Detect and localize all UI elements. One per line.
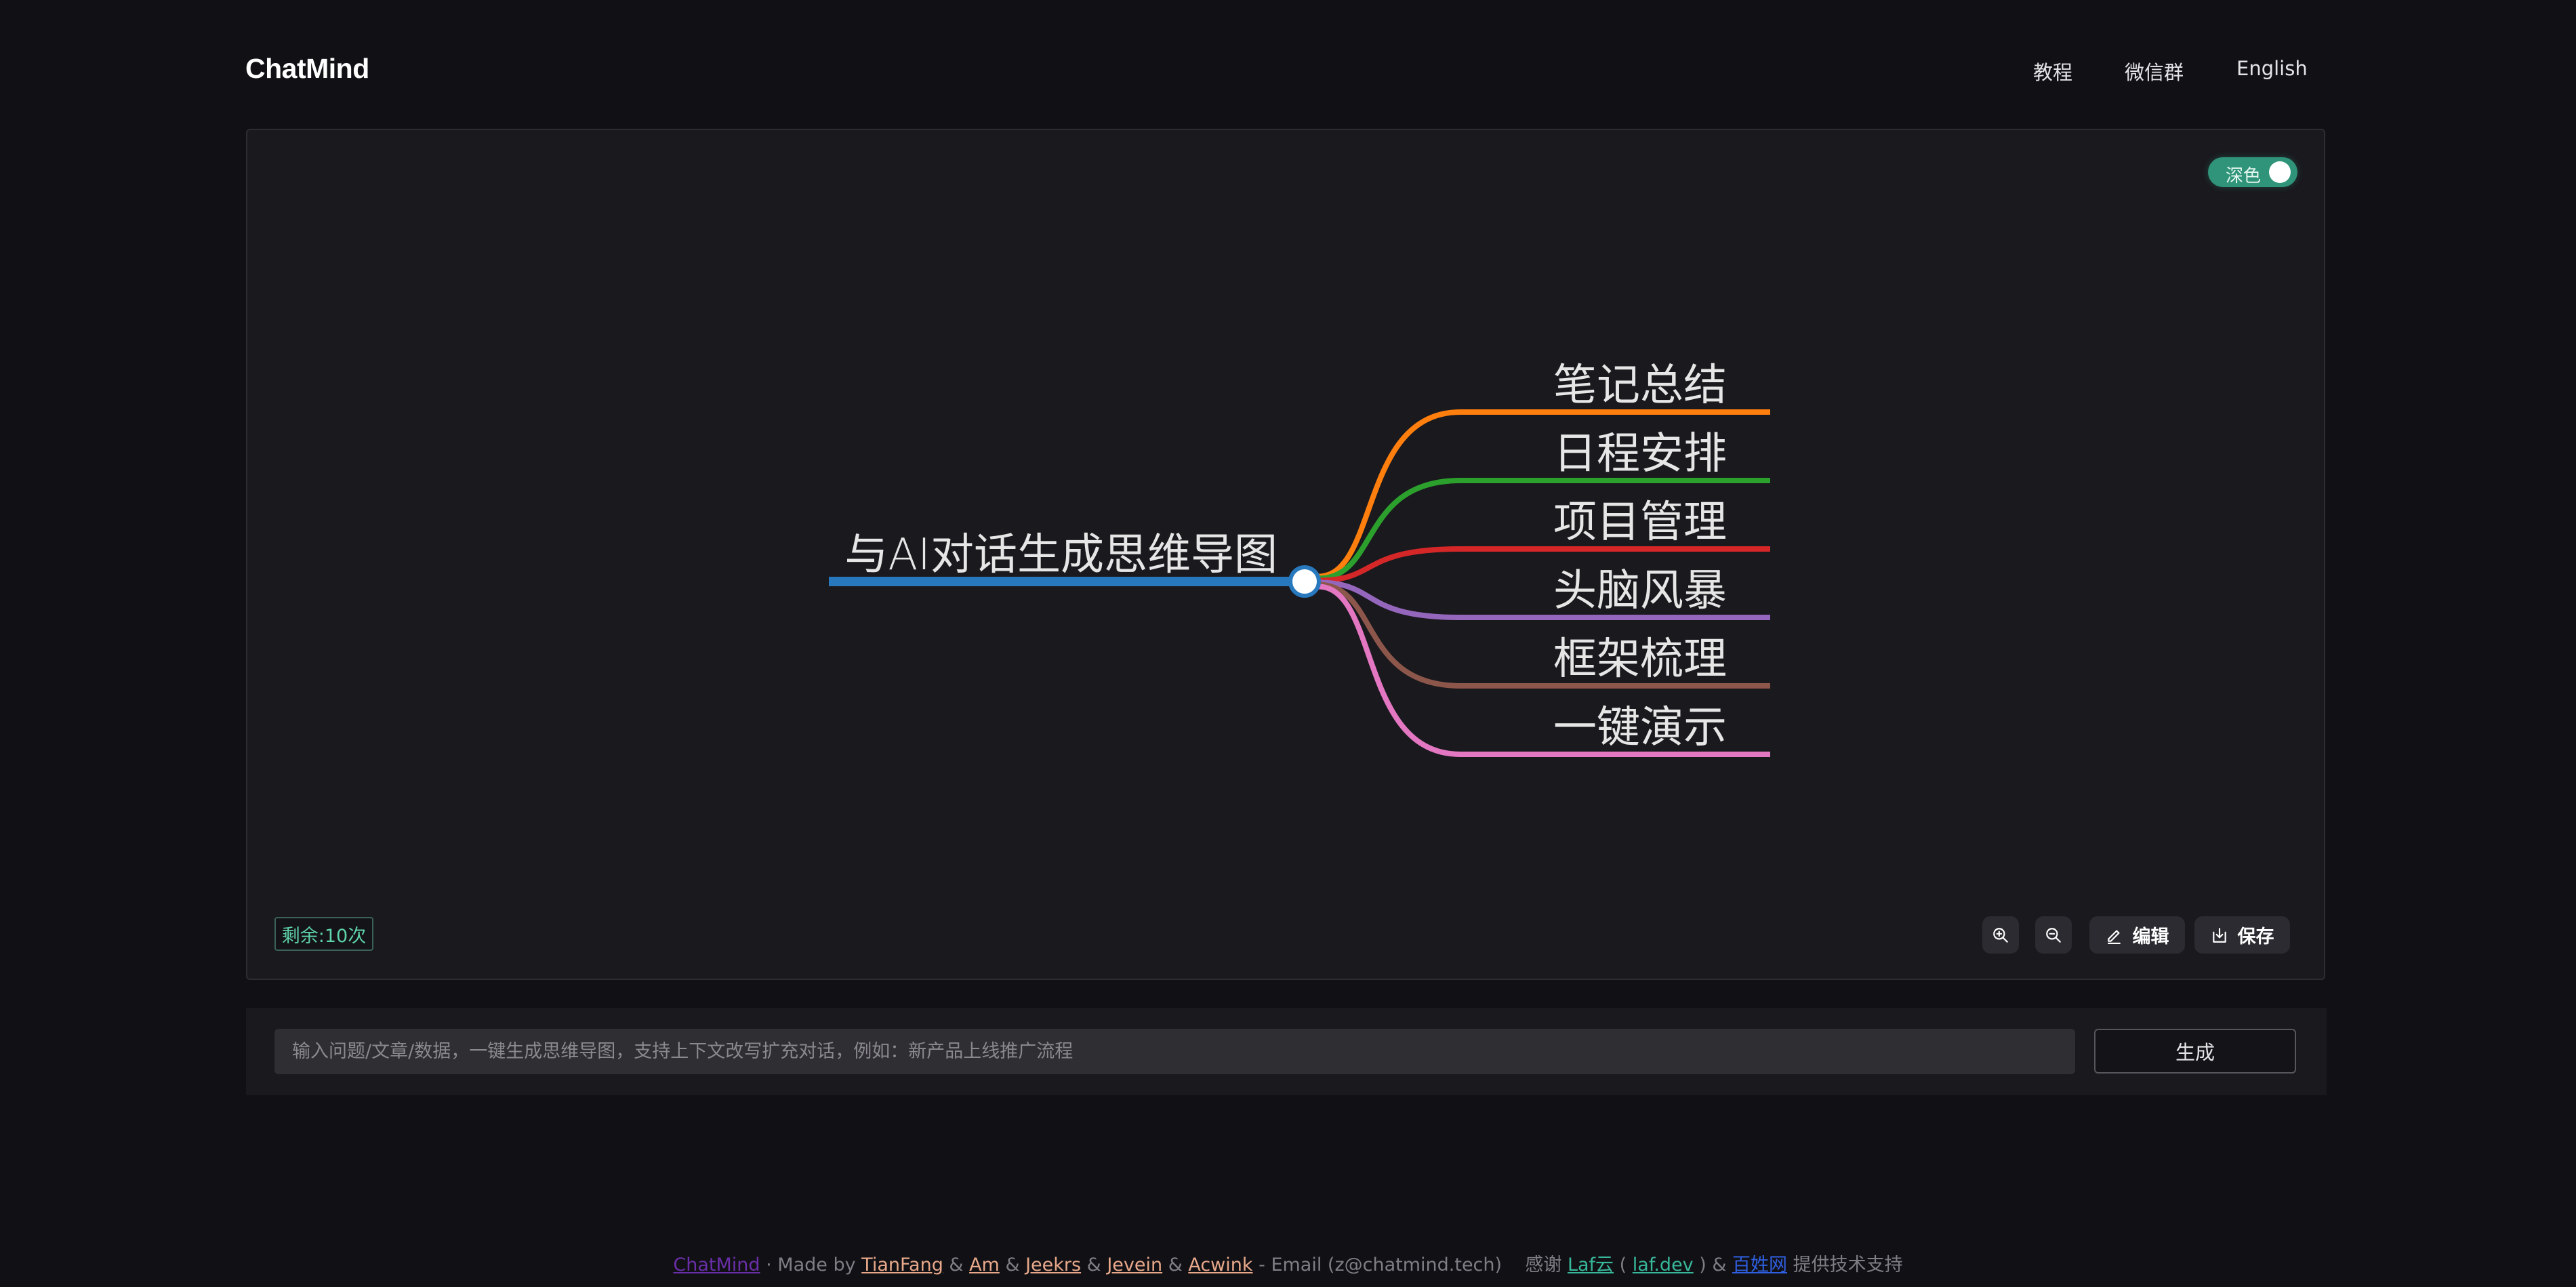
dark-mode-toggle[interactable]: 深色 bbox=[2208, 157, 2297, 187]
footer: ChatMind · Made by TianFang & Am & Jeekr… bbox=[0, 1250, 2576, 1276]
save-button[interactable]: 保存 bbox=[2194, 916, 2290, 954]
pencil-icon bbox=[2107, 929, 2121, 944]
separator: & bbox=[999, 1254, 1026, 1275]
footer-email: - Email (z@chatmind.tech) 感谢 bbox=[1252, 1254, 1568, 1275]
separator: & bbox=[1081, 1254, 1107, 1275]
edit-button[interactable]: 编辑 bbox=[2089, 916, 2185, 954]
author-link[interactable]: Am bbox=[969, 1254, 1000, 1275]
mindmap-canvas[interactable] bbox=[246, 129, 2325, 980]
footer-brand-link[interactable]: ChatMind bbox=[673, 1254, 760, 1275]
remaining-quota-badge: 剩余:10次 bbox=[274, 917, 373, 951]
prompt-input[interactable] bbox=[274, 1029, 2075, 1074]
generate-button[interactable]: 生成 bbox=[2094, 1029, 2296, 1074]
author-link[interactable]: Jeekrs bbox=[1025, 1254, 1081, 1275]
app-logo[interactable]: ChatMind bbox=[245, 53, 369, 85]
nav-tutorial[interactable]: 教程 bbox=[2033, 57, 2072, 85]
laf-dev-link[interactable]: laf.dev bbox=[1633, 1254, 1694, 1275]
zoom-out-button[interactable] bbox=[2035, 916, 2072, 954]
paren: ( bbox=[1614, 1254, 1633, 1275]
dark-mode-label: 深色 bbox=[2226, 166, 2262, 186]
separator: & bbox=[1162, 1254, 1189, 1275]
toggle-knob bbox=[2269, 161, 2291, 183]
author-link[interactable]: Jevein bbox=[1107, 1254, 1162, 1275]
author-link[interactable]: Acwink bbox=[1188, 1254, 1252, 1275]
zoom-in-icon bbox=[1993, 927, 2008, 943]
nav-language-english[interactable]: English bbox=[2236, 57, 2308, 80]
footer-made-by: · Made by bbox=[760, 1254, 862, 1275]
laf-cloud-link[interactable]: Laf云 bbox=[1568, 1254, 1614, 1275]
footer-support: 提供技术支持 bbox=[1787, 1254, 1903, 1275]
download-icon bbox=[2212, 927, 2226, 943]
edit-label: 编辑 bbox=[2132, 926, 2169, 947]
baixing-link[interactable]: 百姓网 bbox=[1732, 1254, 1787, 1275]
separator: & bbox=[943, 1254, 970, 1275]
author-link[interactable]: TianFang bbox=[861, 1254, 943, 1275]
zoom-in-button[interactable] bbox=[1982, 916, 2019, 954]
nav-wechat-group[interactable]: 微信群 bbox=[2125, 57, 2184, 85]
paren: ) & bbox=[1693, 1254, 1733, 1275]
zoom-out-icon bbox=[2046, 927, 2061, 943]
save-label: 保存 bbox=[2237, 926, 2274, 947]
